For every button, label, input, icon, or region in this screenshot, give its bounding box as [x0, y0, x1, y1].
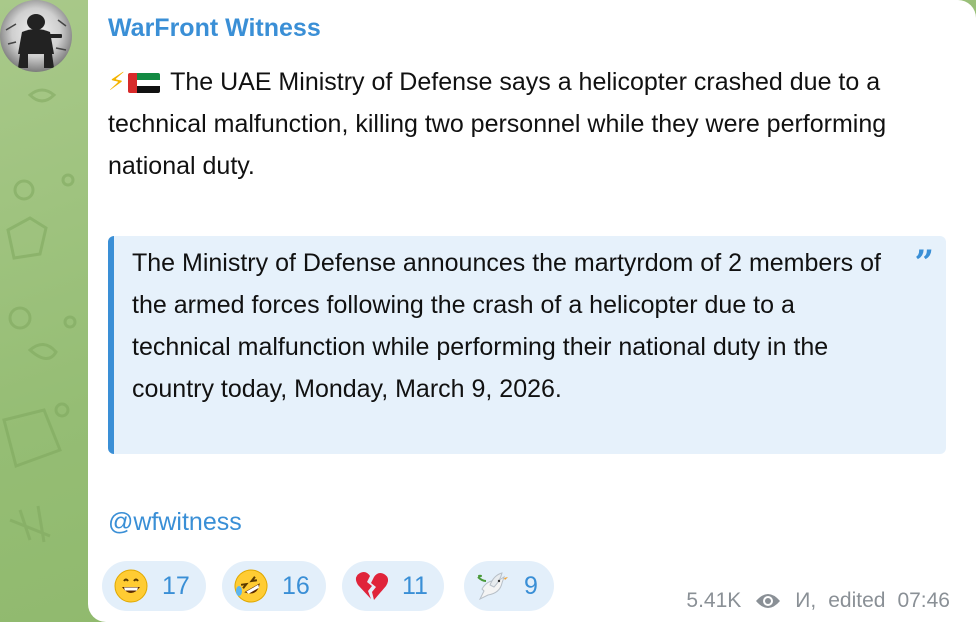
quote-block: The Ministry of Defense announces the ma…: [108, 236, 946, 454]
grinning-face-icon: [114, 569, 148, 603]
broken-heart-icon: [355, 572, 388, 600]
reaction-count: 9: [524, 571, 538, 600]
quote-text: The Ministry of Defense announces the ma…: [132, 249, 881, 403]
reaction-dove[interactable]: 9: [464, 561, 554, 611]
channel-handle-link[interactable]: @wfwitness: [108, 508, 242, 537]
reaction-count: 17: [162, 571, 190, 600]
reaction-count: 11: [402, 571, 428, 600]
message-meta: 5.41K И, edited 07:46: [686, 589, 950, 613]
message-bubble: WarFront Witness ⚡ The UAE Ministry of D…: [88, 0, 976, 622]
uae-flag-icon: [127, 73, 160, 93]
post-author: И,: [795, 589, 817, 612]
reaction-grinning[interactable]: 17: [102, 561, 206, 611]
quote-icon: ”: [914, 243, 934, 283]
reaction-broken-heart[interactable]: 11: [342, 561, 444, 611]
message-body: The UAE Ministry of Defense says a helic…: [108, 68, 887, 180]
edited-label: edited: [828, 589, 886, 612]
message-time: 07:46: [897, 589, 950, 612]
channel-name[interactable]: WarFront Witness: [108, 14, 321, 43]
soldier-avatar-icon: [5, 14, 67, 68]
dove-icon: [477, 572, 508, 601]
lightning-icon: ⚡: [108, 68, 126, 96]
reaction-count: 16: [282, 571, 310, 600]
eye-icon: [756, 594, 781, 608]
reaction-rofl[interactable]: 16: [222, 561, 326, 611]
view-count: 5.41K: [686, 589, 742, 612]
channel-avatar[interactable]: [0, 0, 72, 72]
message-text: ⚡ The UAE Ministry of Defense says a hel…: [108, 61, 938, 187]
rolling-on-floor-laughing-icon: [234, 569, 268, 603]
